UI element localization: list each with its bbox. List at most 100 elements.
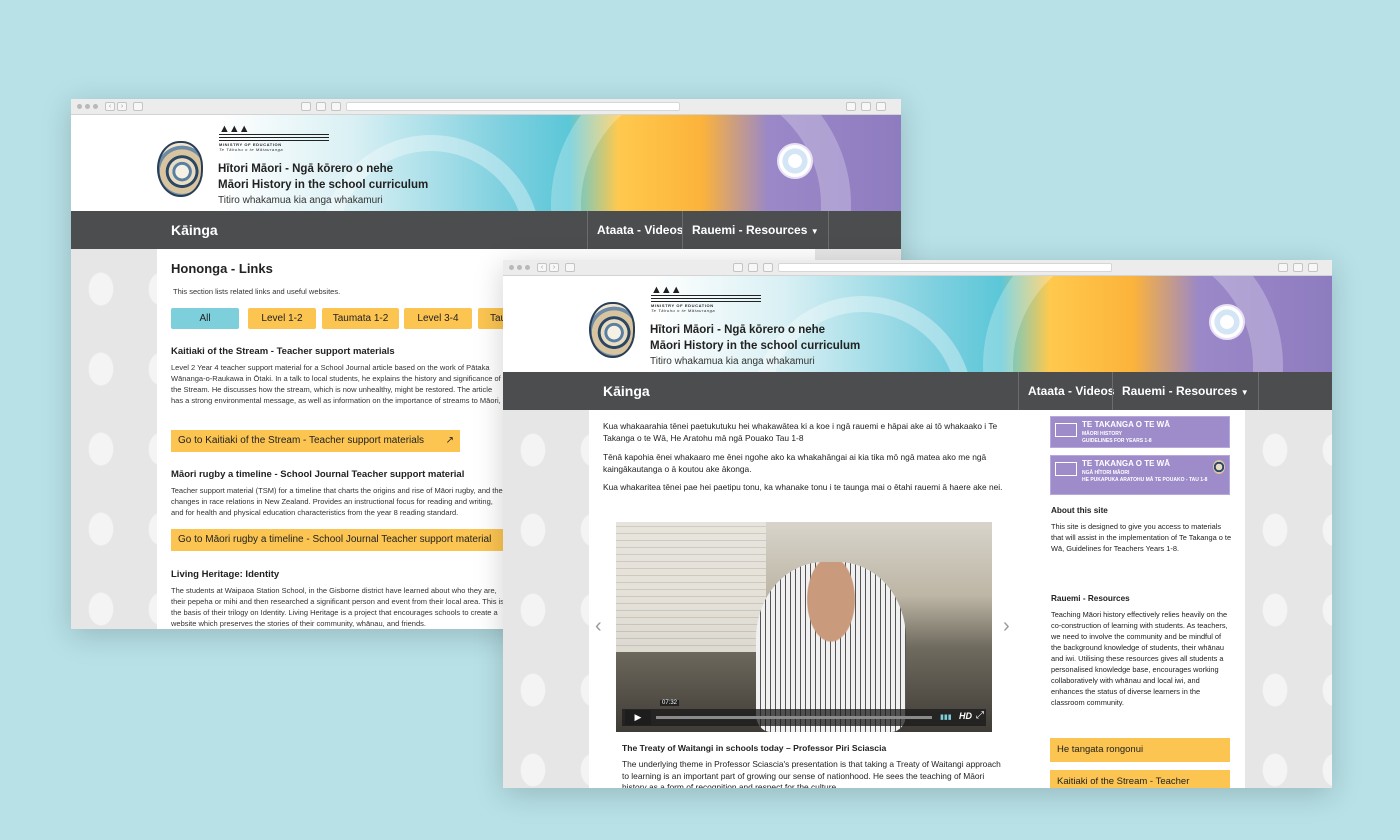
link-button[interactable]: Go to Māori rugby a timeline - School Jo… — [171, 529, 506, 551]
settings-icon[interactable] — [1308, 263, 1318, 272]
window-controls[interactable] — [77, 104, 98, 109]
nautilus-shell-icon — [777, 143, 813, 179]
nav-home-link[interactable]: Kāinga — [603, 383, 650, 399]
link-button-label: Go to Māori rugby a timeline - School Jo… — [178, 534, 492, 545]
about-heading: About this site — [1051, 506, 1108, 515]
guidelines-card-maori[interactable]: TE TAKANGA O TE WĀ NGĀ HĪTORI MĀORI HE P… — [1050, 455, 1230, 495]
resources-heading: Rauemi - Resources — [1051, 594, 1130, 603]
resource-link-button[interactable]: Kaitiaki of the Stream - Teacher — [1050, 770, 1230, 788]
background-pattern-left — [71, 249, 157, 629]
external-link-icon: ↗ — [445, 435, 454, 446]
link-description: Teacher support material (TSM) for a tim… — [171, 486, 503, 517]
main-nav: Kāinga Ataata - Videos Rauemi - Resource… — [503, 372, 1332, 410]
video-speaker — [756, 562, 906, 732]
ministry-subname: Te Tāhuhu o te Mātauranga — [651, 308, 716, 313]
nav-resources-label: Rauemi - Resources — [692, 223, 808, 237]
guidelines-card-sub: NGĀ HĪTORI MĀORI — [1082, 470, 1130, 476]
book-icon — [1055, 423, 1077, 437]
reader-icon[interactable] — [748, 263, 758, 272]
link-title: Māori rugby a timeline - School Journal … — [171, 469, 465, 480]
intro-paragraph: Tēnā kapohia ēnei whakaaro me ēnei ngohe… — [603, 452, 987, 474]
filter-taumata-1-2[interactable]: Taumata 1-2 — [322, 308, 399, 329]
video-player[interactable]: ▶ 07:32 ▮▮▮ HD ⤢ — [616, 522, 992, 732]
home-icon[interactable] — [331, 102, 341, 111]
ministry-logo-waves — [651, 293, 761, 302]
guidelines-card-sub: HE PUKAPUKA ARATOHU MĀ TE POUAKO - TAU 1… — [1082, 477, 1208, 483]
chevron-down-icon: ▼ — [1240, 388, 1249, 397]
share-icon[interactable] — [846, 102, 856, 111]
site-title-maori: Hītori Māori - Ngā kōrero o nehe — [218, 163, 394, 175]
intro-paragraph: Kua whakaritea tēnei pae hei paetipu ton… — [603, 482, 1003, 492]
guidelines-card-sub: GUIDELINES FOR YEARS 1-8 — [1082, 438, 1152, 444]
forward-arrow-icon[interactable]: › — [549, 263, 559, 272]
share-icon[interactable] — [1278, 263, 1288, 272]
window-controls[interactable] — [509, 265, 530, 270]
filter-level-3-4[interactable]: Level 3-4 — [404, 308, 472, 329]
nav-resources-label: Rauemi - Resources — [1122, 384, 1238, 398]
chevron-down-icon: ▼ — [810, 227, 819, 236]
link-button[interactable]: Go to Kaitiaki of the Stream - Teacher s… — [171, 430, 460, 452]
video-progress-bar[interactable] — [656, 716, 932, 719]
link-button-label: Go to Kaitiaki of the Stream - Teacher s… — [178, 435, 425, 446]
carousel-next-icon[interactable]: › — [1003, 615, 1010, 638]
shell-icon — [1213, 460, 1225, 474]
video-controls: ▶ 07:32 ▮▮▮ HD ⤢ — [622, 700, 986, 726]
site-title-maori: Hītori Māori - Ngā kōrero o nehe — [650, 324, 826, 336]
filter-all[interactable]: All — [171, 308, 239, 329]
about-text: This site is designed to give you access… — [1051, 522, 1232, 553]
play-icon[interactable]: ▶ — [625, 710, 651, 725]
settings-icon[interactable] — [876, 102, 886, 111]
fullscreen-icon[interactable]: ⤢ — [976, 710, 984, 721]
sidebar-icon[interactable] — [133, 102, 143, 111]
video-caption: The Treaty of Waitangi in schools today … — [622, 743, 887, 753]
site-tagline: Titiro whakamua kia anga whakamuri — [218, 195, 383, 206]
address-bar[interactable] — [346, 102, 680, 111]
resource-link-button[interactable]: He tangata rongonui — [1050, 738, 1230, 762]
sidebar-icon[interactable] — [565, 263, 575, 272]
reader-icon[interactable] — [316, 102, 326, 111]
page-intro: This section lists related links and use… — [173, 287, 341, 296]
nav-resources-menu[interactable]: Rauemi - Resources ▼ — [1112, 372, 1259, 410]
link-description: Level 2 Year 4 teacher support material … — [171, 363, 501, 405]
site-banner: ▲▲▲ MINISTRY OF EDUCATION Te Tāhuhu o te… — [71, 115, 901, 211]
ministry-subname: Te Tāhuhu o te Mātauranga — [219, 147, 284, 152]
back-arrow-icon[interactable]: ‹ — [105, 102, 115, 111]
filter-level-1-2[interactable]: Level 1-2 — [248, 308, 316, 329]
guidelines-card-title: TE TAKANGA O TE WĀ — [1082, 459, 1170, 468]
home-sidebar: TE TAKANGA O TE WĀ MĀORI HISTORY GUIDELI… — [1041, 410, 1245, 788]
guidelines-card-english[interactable]: TE TAKANGA O TE WĀ MĀORI HISTORY GUIDELI… — [1050, 416, 1230, 448]
background-pattern-right — [1245, 410, 1332, 788]
main-nav: Kāinga Ataata - Videos Rauemi - Resource… — [71, 211, 901, 249]
tabs-icon[interactable] — [861, 102, 871, 111]
home-icon[interactable] — [763, 263, 773, 272]
home-main-content: Kua whakaarahia tēnei paetukutuku hei wh… — [589, 410, 1041, 788]
forward-arrow-icon[interactable]: › — [117, 102, 127, 111]
koru-shell-logo[interactable] — [157, 141, 203, 197]
nav-videos-link[interactable]: Ataata - Videos — [587, 211, 692, 249]
background-pattern-left — [503, 410, 589, 788]
video-time: 07:32 — [660, 700, 680, 706]
nav-home-link[interactable]: Kāinga — [171, 222, 218, 238]
intro-paragraph: Kua whakaarahia tēnei paetukutuku hei wh… — [603, 421, 998, 443]
guidelines-card-sub: MĀORI HISTORY — [1082, 431, 1123, 437]
address-bar[interactable] — [778, 263, 1112, 272]
site-title-english: Māori History in the school curriculum — [650, 340, 861, 352]
link-title: Kaitiaki of the Stream - Teacher support… — [171, 346, 395, 357]
site-tagline: Titiro whakamua kia anga whakamuri — [650, 356, 815, 367]
back-arrow-icon[interactable]: ‹ — [537, 263, 547, 272]
resources-text: Teaching Māori history effectively relie… — [1051, 610, 1228, 707]
browser-toolbar: ‹ › — [503, 260, 1332, 276]
share-icon[interactable] — [301, 102, 311, 111]
nav-videos-link[interactable]: Ataata - Videos — [1018, 372, 1123, 410]
volume-icon[interactable]: ▮▮▮ — [940, 713, 952, 721]
share-icon[interactable] — [733, 263, 743, 272]
video-description: The underlying theme in Professor Sciasc… — [622, 759, 1001, 788]
nav-resources-menu[interactable]: Rauemi - Resources ▼ — [682, 211, 829, 249]
hd-toggle[interactable]: HD — [959, 711, 972, 721]
tabs-icon[interactable] — [1293, 263, 1303, 272]
page-title: Hononga - Links — [171, 261, 273, 276]
carousel-prev-icon[interactable]: ‹ — [595, 615, 602, 638]
browser-toolbar: ‹ › — [71, 99, 901, 115]
front-browser-window: ‹ › ▲▲▲ MINISTRY OF EDUCATION Te Tāhuhu … — [503, 260, 1332, 788]
koru-shell-logo[interactable] — [589, 302, 635, 358]
